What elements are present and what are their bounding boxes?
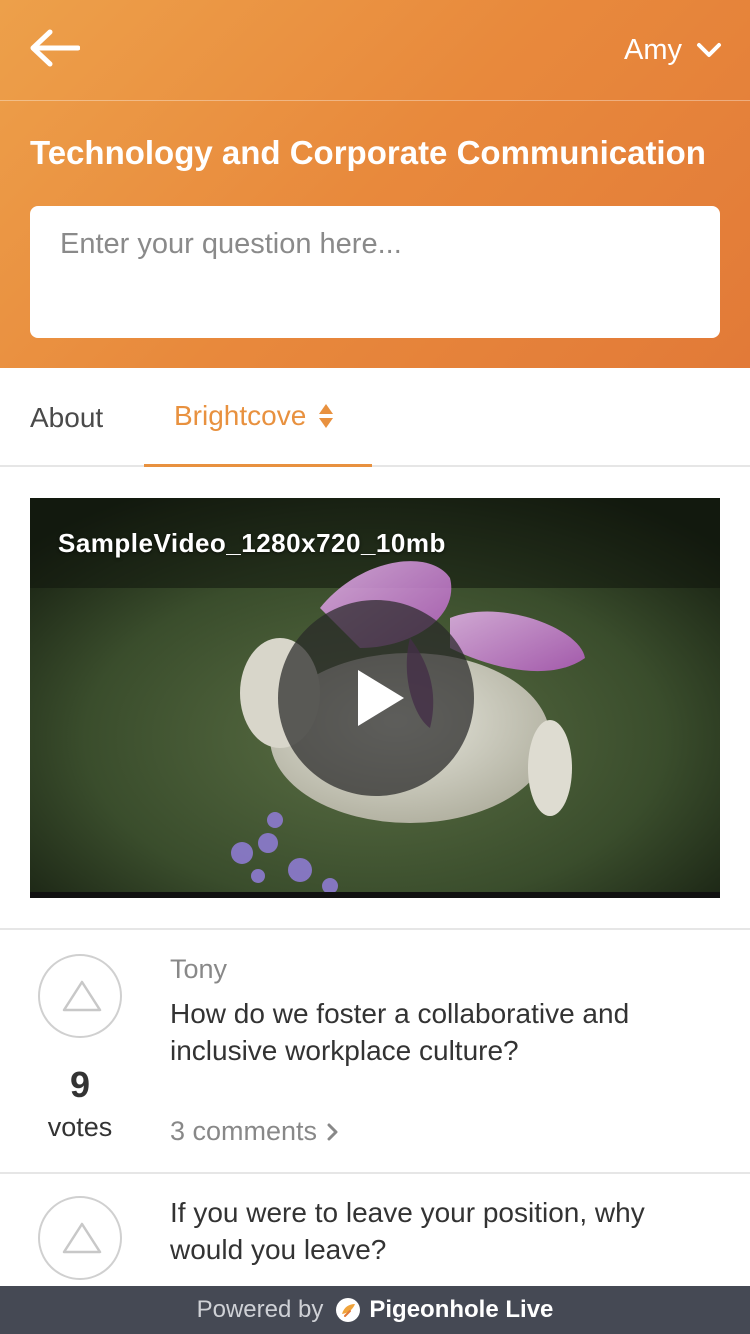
upvote-button[interactable] [38,1196,122,1280]
user-menu[interactable]: Amy [624,30,722,70]
brand-name: Pigeonhole Live [369,1296,554,1323]
vote-label: votes [47,1112,113,1142]
comments-link[interactable]: 3 comments [170,1116,339,1147]
play-button[interactable] [278,600,474,796]
question-item: If you were to leave your position, why … [0,1174,750,1286]
tab-about[interactable]: About [30,368,103,467]
triangle-up-icon [62,980,102,1012]
play-icon [358,670,404,726]
powered-by-label: Powered by [196,1296,324,1323]
session-title: Technology and Corporate Communication [30,134,706,171]
question-text: If you were to leave your position, why … [170,1197,645,1265]
question-text: How do we foster a collaborative and inc… [170,998,630,1066]
question-author: Tony [170,954,228,984]
triangle-up-icon [62,1222,102,1254]
sort-icon [319,404,334,428]
video-title: SampleVideo_1280x720_10mb [58,528,446,558]
header: Amy Technology and Corporate Communicati… [0,0,750,368]
question-input[interactable] [30,206,720,338]
tab-brightcove[interactable]: Brightcove [144,368,372,467]
arrow-left-icon [30,29,81,67]
back-button[interactable] [28,28,81,68]
comments-count: 3 comments [170,1116,318,1146]
upvote-button[interactable] [38,954,122,1038]
chevron-down-icon [697,43,721,57]
tab-about-label: About [30,401,104,433]
top-bar: Amy [0,0,750,101]
question-item: 9 votes Tony How do we foster a collabor… [0,930,750,1172]
vote-count: 9 [69,1064,91,1105]
chevron-right-icon [327,1123,338,1140]
tab-bar: About Brightcove [0,368,750,467]
pigeonhole-logo-icon [336,1298,361,1322]
footer: Powered by Pigeonhole Live [0,1286,750,1334]
video-player[interactable]: SampleVideo_1280x720_10mb [30,498,720,898]
user-name: Amy [624,33,682,66]
tab-brightcove-label: Brightcove [174,400,307,431]
